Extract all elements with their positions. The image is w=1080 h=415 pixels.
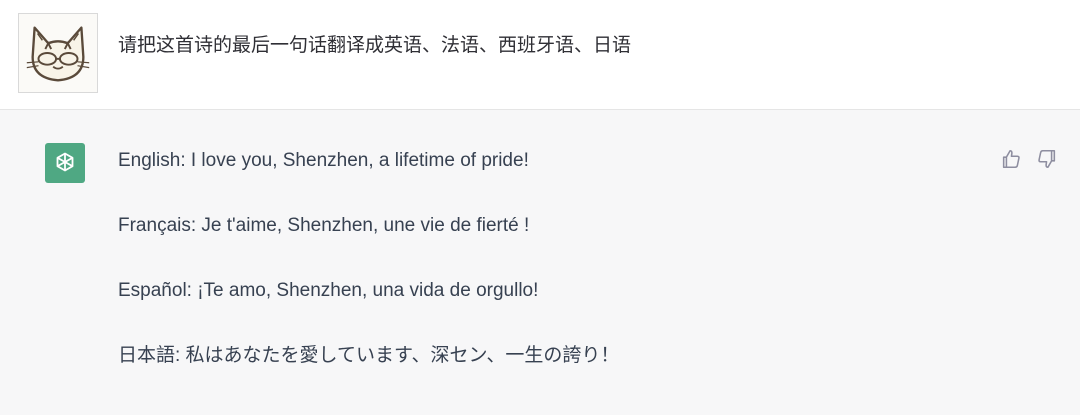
- assistant-message-row: English: I love you, Shenzhen, a lifetim…: [0, 110, 1080, 415]
- thumbs-up-icon[interactable]: [1000, 148, 1022, 170]
- user-message-text: 请把这首诗的最后一句话翻译成英语、法语、西班牙语、日语: [118, 35, 632, 56]
- answer-line-spanish: Español: ¡Te amo, Shenzhen, una vida de …: [118, 280, 539, 301]
- cat-avatar-icon: [18, 13, 98, 93]
- answer-line-french: Français: Je t'aime, Shenzhen, une vie d…: [118, 215, 530, 236]
- chat-page: 请把这首诗的最后一句话翻译成英语、法语、西班牙语、日语 English: I l…: [0, 0, 1080, 415]
- openai-logo-icon: [45, 143, 85, 183]
- openai-logo-drawing: [56, 152, 74, 172]
- feedback-buttons: [1000, 148, 1058, 170]
- cat-drawing: [26, 26, 90, 82]
- user-message-row: 请把这首诗的最后一句话翻译成英语、法语、西班牙语、日语: [0, 0, 1080, 110]
- answer-line-japanese: 日本語: 私はあなたを愛しています、深セン、一生の誇り！: [118, 345, 620, 366]
- answer-line-english: English: I love you, Shenzhen, a lifetim…: [118, 150, 529, 171]
- thumbs-down-icon[interactable]: [1036, 148, 1058, 170]
